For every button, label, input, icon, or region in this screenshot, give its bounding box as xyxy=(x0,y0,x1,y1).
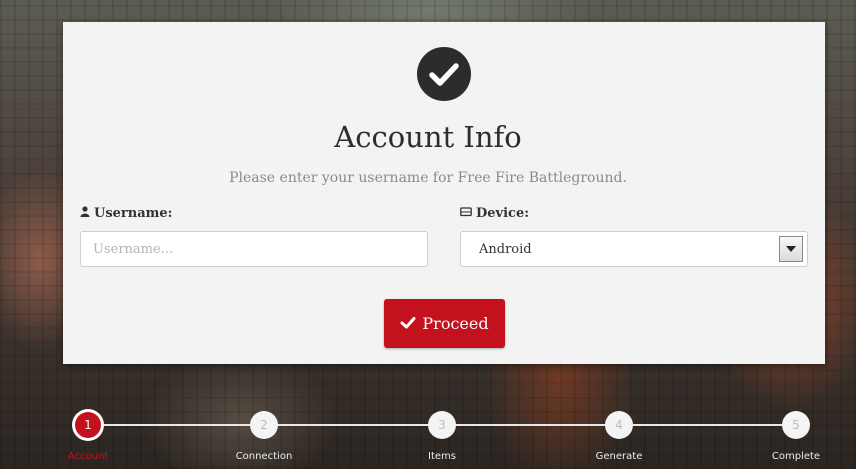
device-icon xyxy=(460,206,472,221)
caret-down-icon[interactable] xyxy=(779,236,803,262)
proceed-button[interactable]: Proceed xyxy=(384,299,505,348)
step-4-label: Generate xyxy=(595,451,643,462)
page-subtitle: Please enter your username for Free Fire… xyxy=(229,170,627,186)
step-1-label: Account xyxy=(67,451,109,462)
page-title: Account Info xyxy=(334,120,522,154)
step-3-indicator: 3 xyxy=(428,411,456,439)
step-5-label: Complete xyxy=(771,451,821,462)
username-input[interactable] xyxy=(80,231,428,267)
step-5-indicator: 5 xyxy=(782,411,810,439)
step-2-label: Connection xyxy=(235,451,293,462)
user-icon xyxy=(80,206,90,221)
device-selected-value: Android xyxy=(479,241,532,257)
device-label-text: Device: xyxy=(476,206,530,221)
username-label: Username: xyxy=(80,206,172,221)
check-circle-icon xyxy=(417,47,471,101)
step-3-label: Items xyxy=(428,451,456,462)
step-2-indicator: 2 xyxy=(250,411,278,439)
step-1-indicator: 1 xyxy=(75,412,101,438)
check-icon xyxy=(400,314,416,333)
proceed-label: Proceed xyxy=(422,314,489,333)
username-label-text: Username: xyxy=(94,206,173,221)
step-4-indicator: 4 xyxy=(605,411,633,439)
device-label: Device: xyxy=(460,206,529,221)
device-select[interactable]: Android xyxy=(460,231,808,267)
